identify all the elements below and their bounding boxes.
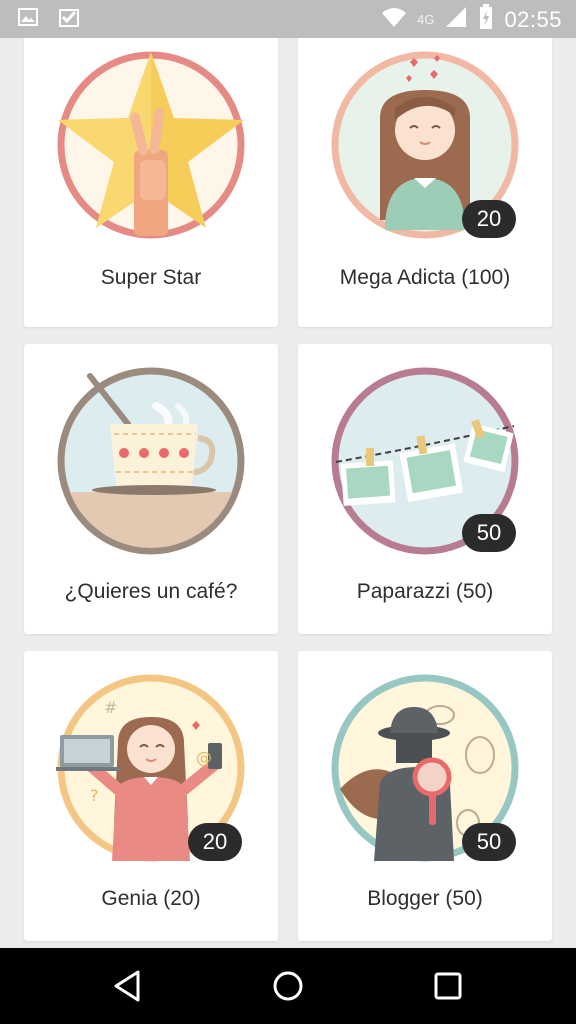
badge-card-genia[interactable]: # @ ? 20 Genia (20) (24, 651, 278, 941)
recents-icon[interactable] (428, 968, 468, 1004)
super-star-illustration (57, 51, 245, 239)
badge-label: Blogger (50) (367, 887, 483, 910)
check-app-icon (58, 7, 80, 34)
svg-text:@: @ (196, 748, 212, 767)
wifi-icon (381, 6, 407, 33)
badge-label: Super Star (100, 266, 202, 289)
badge-label: Mega Adicta (100) (339, 266, 511, 289)
badge-card-quieres-un-cafe[interactable]: ¿Quieres un café? (24, 344, 278, 634)
badge-card-super-star[interactable]: Super Star (24, 38, 278, 327)
badge-card-paparazzi[interactable]: 50 Paparazzi (50) (298, 344, 552, 634)
clock: 02:55 (504, 6, 562, 32)
badge-count: 20 (188, 823, 242, 861)
badge-label: Genia (20) (101, 887, 201, 910)
badge-count: 20 (462, 200, 516, 238)
badge-count: 50 (462, 514, 516, 552)
image-icon (18, 7, 38, 34)
network-label: 4G (417, 12, 435, 27)
badge-label: ¿Quieres un café? (64, 580, 238, 603)
badge-label: Paparazzi (50) (356, 580, 494, 603)
back-icon[interactable] (108, 968, 148, 1004)
badge-grid: Super Star 20 Mega Adicta (100) ¿Quieres… (0, 38, 576, 948)
badge-card-mega-adicta[interactable]: 20 Mega Adicta (100) (298, 38, 552, 327)
status-bar: 4G 02:55 (0, 0, 576, 38)
battery-charging-icon (478, 4, 494, 35)
home-icon[interactable] (268, 968, 308, 1004)
badge-count: 50 (462, 823, 516, 861)
signal-icon (444, 5, 468, 34)
badge-card-blogger[interactable]: 50 Blogger (50) (298, 651, 552, 941)
svg-text:#: # (104, 698, 117, 717)
coffee-cup-illustration (57, 367, 245, 555)
navigation-bar (0, 948, 576, 1024)
svg-text:?: ? (90, 786, 99, 805)
